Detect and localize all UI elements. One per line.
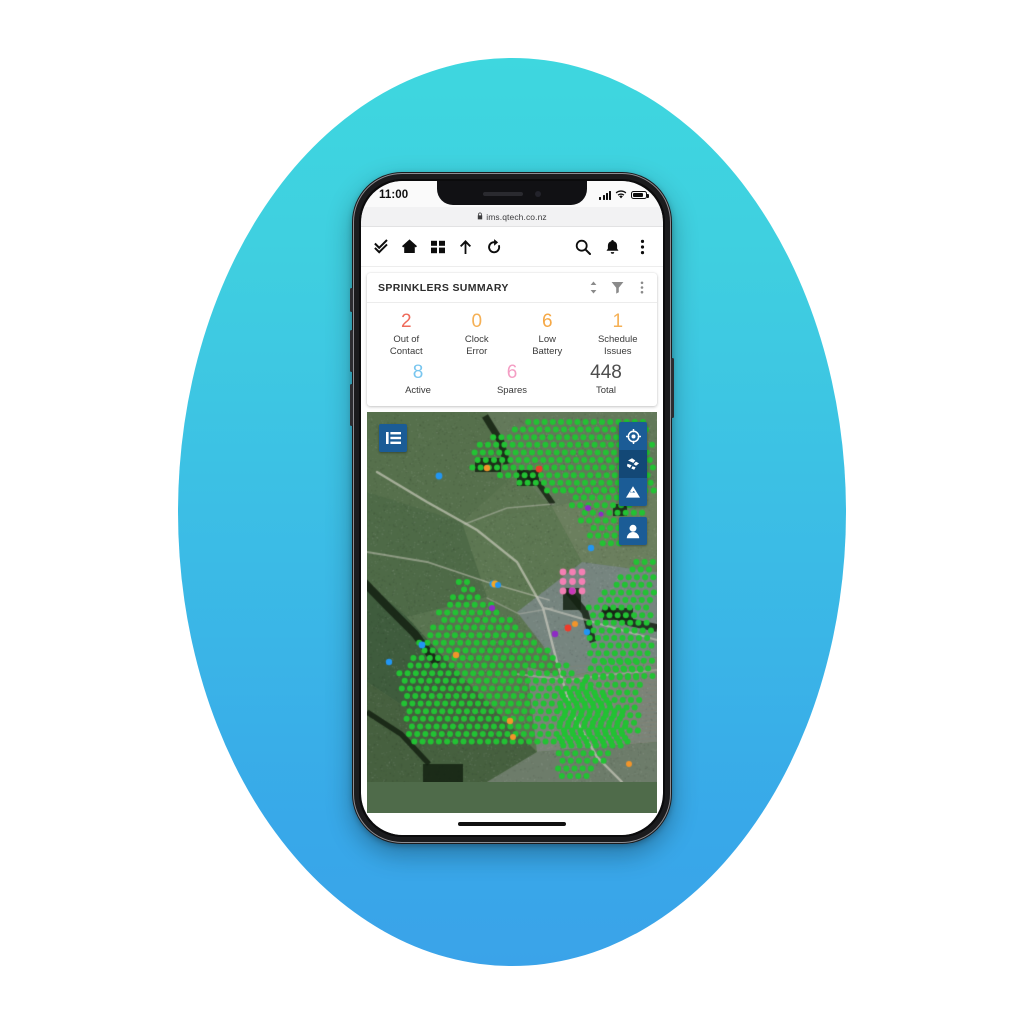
toolbar-right-group bbox=[574, 238, 651, 255]
stats-row-secondary: 8 Active 6 Spares 448 Total bbox=[367, 361, 657, 406]
stat-label-line2: Contact bbox=[389, 346, 423, 357]
stat-label: Active bbox=[405, 385, 431, 396]
stat-label: Total bbox=[595, 385, 617, 396]
search-icon[interactable] bbox=[574, 238, 591, 255]
phone-mute-switch[interactable] bbox=[350, 288, 353, 312]
map-control-stack bbox=[619, 422, 647, 506]
home-indicator-area bbox=[361, 813, 663, 835]
arrow-up-icon[interactable] bbox=[457, 238, 474, 255]
screenshot-stage: 11:00 ims.qtech.co.nz SPRINKLERS SUMMARY… bbox=[0, 0, 1024, 1024]
filter-icon[interactable] bbox=[611, 281, 624, 294]
stat-label-line1: Low bbox=[538, 334, 556, 345]
kebab-menu-icon[interactable] bbox=[634, 238, 651, 255]
front-camera-icon bbox=[535, 191, 541, 197]
stats-row-primary: 2 Out of Contact 0 Clock Error 6 Low Bat… bbox=[367, 303, 657, 361]
stat-value: 1 bbox=[612, 311, 624, 332]
phone-power-button[interactable] bbox=[671, 358, 674, 418]
phone-device: 11:00 ims.qtech.co.nz SPRINKLERS SUMMARY… bbox=[350, 172, 674, 844]
phone-notch bbox=[437, 181, 587, 205]
stat-clock-error[interactable]: 0 Clock Error bbox=[442, 310, 513, 358]
stat-value: 0 bbox=[471, 311, 483, 332]
double-check-icon[interactable] bbox=[373, 238, 390, 255]
phone-volume-down-button[interactable] bbox=[350, 384, 353, 426]
kebab-menu-icon[interactable] bbox=[635, 281, 648, 294]
stat-label-line2: Error bbox=[466, 346, 488, 357]
map-legend-button[interactable] bbox=[379, 424, 407, 452]
toolbar-left-group bbox=[373, 238, 502, 255]
cellular-signal-icon bbox=[599, 190, 611, 200]
stat-value: 8 bbox=[412, 362, 424, 383]
app-toolbar bbox=[361, 227, 663, 267]
stat-out-of-contact[interactable]: 2 Out of Contact bbox=[371, 310, 442, 358]
stat-schedule-issues[interactable]: 1 Schedule Issues bbox=[583, 310, 654, 358]
wifi-icon bbox=[615, 186, 627, 204]
home-indicator[interactable] bbox=[458, 822, 566, 826]
stat-active[interactable]: 8 Active bbox=[371, 361, 465, 397]
stat-total[interactable]: 448 Total bbox=[559, 361, 653, 397]
phone-volume-up-button[interactable] bbox=[350, 330, 353, 372]
status-indicators bbox=[599, 186, 649, 204]
home-icon[interactable] bbox=[401, 238, 418, 255]
card-header: SPRINKLERS SUMMARY bbox=[367, 273, 657, 303]
url-text: ims.qtech.co.nz bbox=[486, 211, 547, 222]
browser-url-bar[interactable]: ims.qtech.co.nz bbox=[361, 207, 663, 227]
stat-label-line2: Issues bbox=[604, 346, 632, 357]
sprinklers-summary-card: SPRINKLERS SUMMARY 2 Out of Contact 0 Cl… bbox=[367, 273, 657, 406]
bell-icon[interactable] bbox=[604, 238, 621, 255]
stat-label: Spares bbox=[496, 385, 528, 396]
stat-low-battery[interactable]: 6 Low Battery bbox=[512, 310, 583, 358]
map-locate-button[interactable] bbox=[619, 422, 647, 450]
stat-label-line1: Clock bbox=[464, 334, 489, 345]
stat-value: 448 bbox=[590, 362, 622, 383]
status-time: 11:00 bbox=[379, 189, 409, 201]
battery-icon bbox=[631, 190, 649, 200]
stat-label-line1: Schedule bbox=[597, 334, 638, 345]
phone-screen: 11:00 ims.qtech.co.nz SPRINKLERS SUMMARY… bbox=[361, 181, 663, 835]
sort-icon[interactable] bbox=[587, 281, 600, 294]
card-header-actions bbox=[587, 281, 648, 294]
lock-icon bbox=[477, 212, 483, 222]
map-panel[interactable] bbox=[367, 412, 657, 813]
stat-value: 6 bbox=[541, 311, 553, 332]
map-terrain-button[interactable] bbox=[619, 478, 647, 506]
map-satellite-canvas[interactable] bbox=[367, 412, 657, 782]
grid-icon[interactable] bbox=[429, 238, 446, 255]
map-layers-button[interactable] bbox=[619, 450, 647, 478]
card-title: SPRINKLERS SUMMARY bbox=[378, 281, 509, 294]
map-user-button[interactable] bbox=[619, 517, 647, 545]
refresh-icon[interactable] bbox=[485, 238, 502, 255]
stat-label-line2: Battery bbox=[532, 346, 563, 357]
stat-label-line1: Out of bbox=[393, 334, 420, 345]
speaker-grille-icon bbox=[483, 192, 523, 196]
stat-value: 2 bbox=[400, 311, 412, 332]
stat-value: 6 bbox=[506, 362, 518, 383]
stat-spares[interactable]: 6 Spares bbox=[465, 361, 559, 397]
